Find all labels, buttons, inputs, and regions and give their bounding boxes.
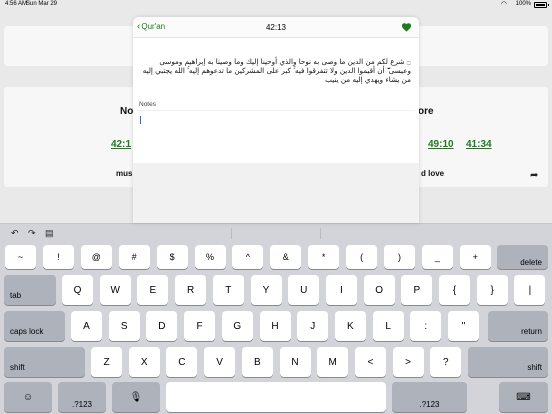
key-letter[interactable]: E: [137, 275, 169, 305]
key-symbol[interactable]: &: [270, 245, 302, 269]
key-letter[interactable]: Z: [91, 347, 122, 377]
verse-modal: ‹ Qur'an 42:13 ۝ شرع لكم من الدين ما وصى…: [133, 17, 419, 223]
key-letter[interactable]: <: [354, 347, 386, 377]
toolbar-divider: [320, 228, 321, 239]
background-right-caption: d love: [421, 169, 445, 178]
background-right-time-2: 41:34: [466, 139, 492, 150]
key-symbol[interactable]: +: [459, 245, 491, 269]
battery-percent: 100%: [515, 1, 531, 7]
key-letter[interactable]: G: [221, 311, 253, 341]
keyboard-toolbar: ↶ ↷ ▤: [0, 223, 552, 242]
key-letter[interactable]: ": [448, 311, 479, 341]
toolbar-divider: [231, 228, 232, 239]
shift-right-key[interactable]: shift: [468, 347, 548, 377]
key-letter[interactable]: |: [514, 275, 546, 305]
background-right-word: ore: [418, 106, 434, 117]
wifi-icon: ◠: [500, 1, 507, 8]
shift-left-key[interactable]: shift: [4, 347, 85, 377]
key-letter[interactable]: Q: [62, 275, 93, 305]
background-left-word: No: [120, 106, 134, 117]
background-left-caption: musi: [116, 169, 135, 178]
key-letter[interactable]: H: [259, 311, 291, 341]
key-letter[interactable]: A: [71, 311, 102, 341]
notes-label: Notes: [139, 101, 156, 108]
key-symbol[interactable]: ): [384, 245, 415, 269]
keyboard-dismiss-icon[interactable]: ⌨: [499, 382, 548, 412]
key-symbol[interactable]: ^: [232, 245, 264, 269]
battery-icon: [534, 2, 549, 8]
share-icon: ➦: [530, 170, 539, 181]
numbers-right-key[interactable]: .?123: [392, 382, 467, 412]
modal-title: 42:13: [265, 23, 287, 32]
key-symbol[interactable]: *: [308, 245, 340, 269]
undo-icon[interactable]: ↶: [11, 228, 19, 239]
key-symbol[interactable]: #: [118, 245, 150, 269]
key-symbol[interactable]: ~: [5, 245, 36, 269]
key-letter[interactable]: M: [317, 347, 349, 377]
key-letter[interactable]: F: [184, 311, 216, 341]
key-letter[interactable]: X: [128, 347, 160, 377]
key-letter[interactable]: {: [439, 275, 470, 305]
microphone-icon[interactable]: 🎙: [112, 382, 160, 412]
notes-input[interactable]: [137, 110, 415, 162]
key-letter[interactable]: R: [175, 275, 207, 305]
key-symbol[interactable]: @: [80, 245, 112, 269]
numbers-left-key[interactable]: .?123: [58, 382, 106, 412]
key-letter[interactable]: }: [476, 275, 508, 305]
key-symbol[interactable]: %: [194, 245, 226, 269]
key-letter[interactable]: K: [334, 311, 366, 341]
heart-icon[interactable]: [401, 22, 412, 33]
key-symbol[interactable]: (: [346, 245, 378, 269]
key-letter[interactable]: L: [372, 311, 404, 341]
key-letter[interactable]: V: [204, 347, 236, 377]
key-letter[interactable]: :: [410, 311, 442, 341]
redo-icon[interactable]: ↷: [28, 228, 36, 239]
key-letter[interactable]: ?: [430, 347, 462, 377]
status-bar: 4:56 AM Sun Mar 29 ◠ 100%: [0, 0, 552, 9]
key-letter[interactable]: I: [325, 275, 357, 305]
key-symbol[interactable]: $: [156, 245, 188, 269]
key-letter[interactable]: W: [99, 275, 131, 305]
paste-icon[interactable]: ▤: [45, 228, 54, 239]
background-left-time: 42:1: [111, 139, 132, 150]
key-letter[interactable]: O: [363, 275, 395, 305]
delete-key[interactable]: delete: [497, 245, 548, 269]
key-symbol[interactable]: !: [42, 245, 74, 269]
status-date: Sun Mar 29: [26, 1, 58, 7]
key-symbol[interactable]: _: [421, 245, 453, 269]
key-letter[interactable]: B: [241, 347, 273, 377]
key-letter[interactable]: Y: [250, 275, 282, 305]
caps-lock-key[interactable]: caps lock: [4, 311, 65, 341]
status-time: 4:56 AM: [5, 1, 28, 7]
emoji-key[interactable]: ☺: [4, 382, 52, 412]
tab-key[interactable]: tab: [4, 275, 56, 305]
key-letter[interactable]: C: [166, 347, 198, 377]
key-letter[interactable]: J: [297, 311, 329, 341]
verse-text: ۝ شرع لكم من الدين ما وصى به نوحا والذي …: [142, 57, 411, 84]
return-key[interactable]: return: [488, 311, 548, 341]
space-bar[interactable]: [166, 382, 386, 412]
modal-footer-area: [133, 163, 419, 223]
background-right-time-1: 49:10: [428, 139, 454, 150]
key-letter[interactable]: >: [392, 347, 424, 377]
key-letter[interactable]: N: [279, 347, 311, 377]
key-letter[interactable]: S: [108, 311, 140, 341]
key-letter[interactable]: D: [146, 311, 178, 341]
text-cursor: [140, 116, 141, 124]
modal-header: ‹ Qur'an 42:13: [133, 17, 419, 38]
key-letter[interactable]: T: [212, 275, 244, 305]
key-letter[interactable]: U: [288, 275, 320, 305]
key-letter[interactable]: P: [401, 275, 433, 305]
